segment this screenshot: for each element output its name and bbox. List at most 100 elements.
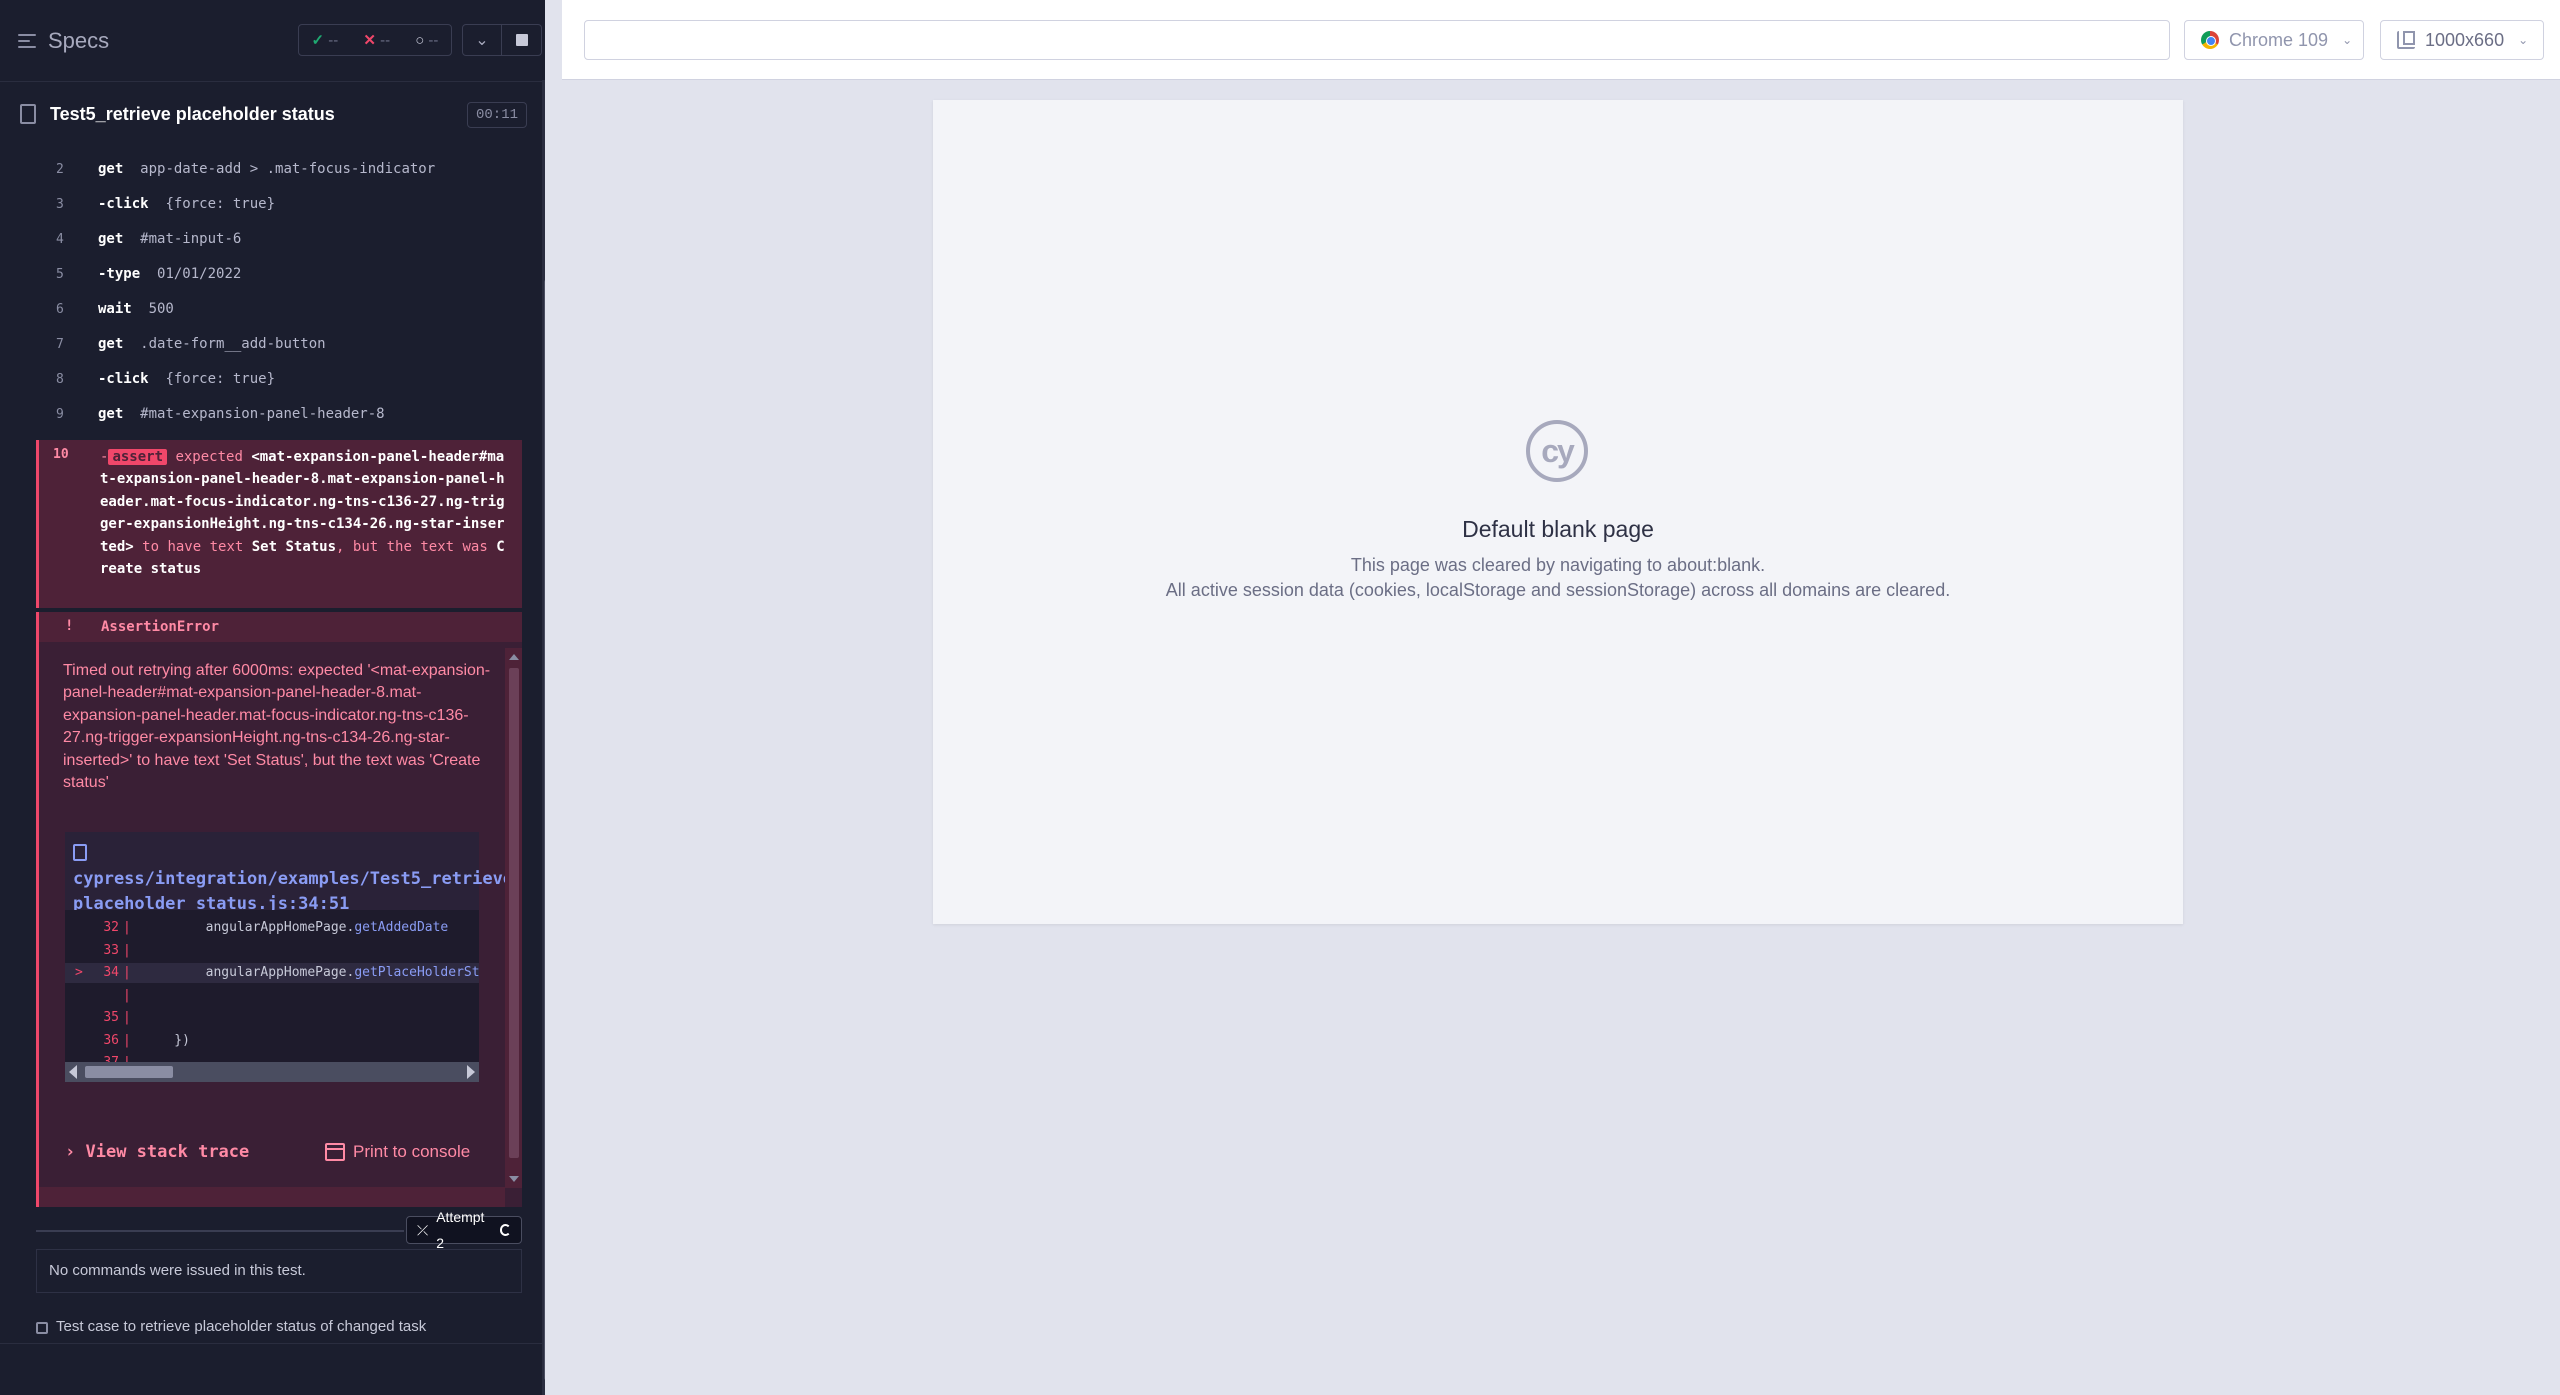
- command-row[interactable]: 3 -click {force: true}: [36, 187, 522, 222]
- cypress-runner: Specs ✓ -- ✕ -- ○ -- ⌄ Test5_retrieve pl…: [0, 0, 2560, 1395]
- stop-icon: [515, 34, 528, 46]
- command-number: 2: [56, 162, 64, 177]
- view-stack-trace-button[interactable]: › View stack trace: [65, 1142, 249, 1162]
- gutter-bar: |: [123, 942, 131, 958]
- passed-stat: ✓ --: [312, 31, 339, 49]
- line-number: 33: [103, 942, 119, 958]
- command-row[interactable]: 5 -type 01/01/2022: [36, 257, 522, 292]
- command-row[interactable]: 4 get #mat-input-6: [36, 222, 522, 257]
- gutter-bar: |: [123, 1010, 131, 1025]
- gutter-bar: |: [123, 965, 131, 980]
- pending-stat: ○ --: [415, 32, 438, 49]
- file-icon: [73, 844, 87, 861]
- passed-count: --: [328, 32, 339, 49]
- command-row[interactable]: 8 -click {force: true}: [36, 362, 522, 397]
- command-message: #mat-expansion-panel-header-8: [140, 406, 385, 422]
- scrollbar-thumb[interactable]: [509, 668, 519, 1158]
- line-number: 35: [103, 1010, 119, 1025]
- reporter-header: Specs ✓ -- ✕ -- ○ -- ⌄: [0, 0, 545, 82]
- browser-selector[interactable]: Chrome 109 ⌄: [2184, 20, 2364, 60]
- error-file-link[interactable]: cypress/integration/examples/Test5_retri…: [73, 842, 513, 917]
- code-text: }): [143, 1032, 190, 1048]
- command-number: 8: [56, 372, 64, 387]
- attempt-divider: [36, 1230, 404, 1232]
- failed-stat: ✕ --: [363, 31, 390, 49]
- viewport-icon: [2397, 31, 2415, 49]
- viewport-selector[interactable]: 1000x660 ⌄: [2380, 20, 2544, 60]
- command-name: get app-date-add > .mat-focus-indicator: [98, 161, 436, 177]
- but-text-was: , but the text was: [336, 538, 488, 555]
- command-number: 9: [56, 407, 64, 422]
- stop-button[interactable]: [502, 24, 542, 56]
- line-number: 36: [103, 1032, 119, 1048]
- specs-list-icon: [18, 33, 36, 49]
- gutter-bar: |: [123, 1032, 131, 1048]
- assert-badge: assert: [108, 449, 168, 465]
- failed-count: --: [380, 32, 391, 49]
- browser-label: Chrome 109: [2229, 29, 2329, 50]
- error-horizontal-scrollbar[interactable]: [39, 1187, 505, 1207]
- specs-label: Specs: [48, 28, 110, 53]
- gutter-bar: |: [123, 987, 131, 1003]
- code-line: 35 |: [65, 1008, 479, 1028]
- command-number: 10: [53, 447, 69, 462]
- command-message: {force: true}: [165, 371, 276, 387]
- chevron-down-icon: ⌄: [2518, 33, 2529, 47]
- scrollbar-thumb[interactable]: [85, 1066, 173, 1078]
- error-icon: !: [65, 618, 74, 634]
- auto-scroll-toggle[interactable]: ⌄: [462, 24, 502, 56]
- url-bar[interactable]: [584, 20, 2170, 60]
- command-name: get #mat-expansion-panel-header-8: [98, 406, 385, 422]
- chevron-down-icon: ⌄: [475, 32, 489, 49]
- failed-command[interactable]: 10 - assert expected <mat-expansion-panel…: [36, 440, 522, 608]
- code-line: >34 | angularAppHomePage.getPlaceHolderSt…: [65, 963, 479, 983]
- code-line: 36 | }): [65, 1031, 479, 1051]
- error-code-frame: cypress/integration/examples/Test5_retri…: [65, 832, 513, 1082]
- scroll-left-icon[interactable]: [69, 1065, 77, 1079]
- print-to-console-button[interactable]: Print to console: [325, 1142, 470, 1162]
- pending-count: --: [428, 31, 439, 49]
- scroll-right-icon[interactable]: [467, 1065, 475, 1079]
- chevron-down-icon: ⌄: [2342, 33, 2353, 47]
- command-row[interactable]: 7 get .date-form__add-button: [36, 327, 522, 362]
- expected-word: expected: [175, 449, 243, 465]
- test-title: Test5_retrieve placeholder status: [50, 104, 335, 124]
- error-vertical-scrollbar[interactable]: [505, 648, 522, 1188]
- command-message: 500: [148, 301, 174, 317]
- scroll-up-icon[interactable]: [509, 654, 519, 660]
- line-number: 34: [103, 965, 119, 980]
- command-message: .date-form__add-button: [140, 336, 326, 352]
- next-test-row[interactable]: Test case to retrieve placeholder status…: [0, 1310, 545, 1346]
- pending-circle-icon: ○: [415, 31, 425, 49]
- attempt-tag[interactable]: ⤫ Attempt 2: [406, 1209, 522, 1251]
- line-number: 32: [103, 920, 119, 935]
- specs-toggle-button[interactable]: Specs: [18, 26, 109, 56]
- command-row[interactable]: 2 get app-date-add > .mat-focus-indicator: [36, 152, 522, 187]
- error-name: AssertionError: [101, 619, 220, 635]
- command-row[interactable]: 9 get #mat-expansion-panel-header-8: [36, 397, 522, 432]
- code-line: 32 | angularAppHomePage.getAddedDate: [65, 918, 479, 938]
- code-line: 33 |: [65, 941, 479, 961]
- reporter-vertical-scrollbar[interactable]: [542, 80, 545, 1395]
- retry-spinner-icon: [499, 1224, 511, 1236]
- command-message: {force: true}: [165, 196, 276, 212]
- command-number: 4: [56, 232, 64, 247]
- aut-iframe: cy Default blank page This page was clea…: [933, 100, 2183, 924]
- scrollbar-thumb[interactable]: [544, 280, 545, 1380]
- command-name: -click {force: true}: [98, 371, 276, 387]
- code-horizontal-scrollbar[interactable]: [65, 1062, 479, 1082]
- no-commands-message: No commands were issued in this test.: [36, 1249, 522, 1293]
- blank-page-description-2: All active session data (cookies, localS…: [1165, 580, 1951, 600]
- aut-panel: Chrome 109 ⌄ 1000x660 ⌄ cy Default blank…: [562, 0, 2560, 1395]
- expected-text: Set Status: [251, 538, 337, 555]
- command-name: get #mat-input-6: [98, 231, 242, 247]
- command-number: 7: [56, 337, 64, 352]
- command-row[interactable]: 6 wait 500: [36, 292, 522, 327]
- command-message: app-date-add > .mat-focus-indicator: [140, 161, 436, 177]
- code-snippet: 32 | angularAppHomePage.getAddedDate 33 | >3…: [65, 910, 479, 1082]
- chevron-right-icon: ›: [65, 1142, 76, 1162]
- scroll-down-icon[interactable]: [509, 1176, 519, 1182]
- code-text: angularAppHomePage.getPlaceHolderStatus: [143, 965, 479, 980]
- aut-header: Chrome 109 ⌄ 1000x660 ⌄: [562, 0, 2560, 80]
- to-have-text: to have text: [142, 538, 244, 555]
